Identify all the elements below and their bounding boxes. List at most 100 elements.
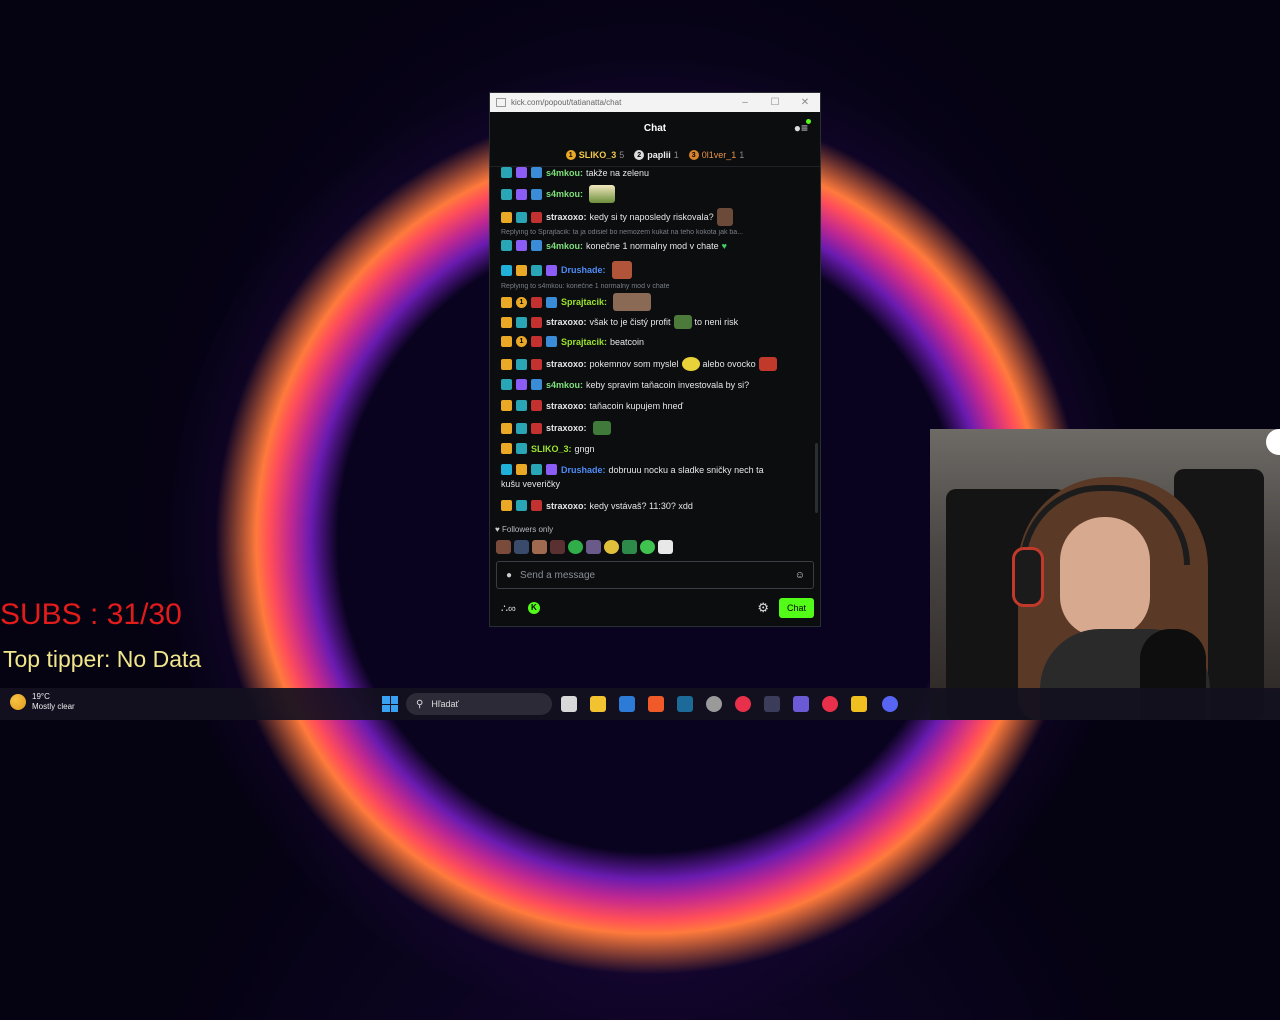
- gift-badge-icon: [516, 443, 527, 454]
- chat-text: pokemnov som myslel: [589, 359, 679, 369]
- chat-username[interactable]: Drushade:: [561, 465, 606, 475]
- emote-icon[interactable]: [586, 540, 601, 554]
- windows-start-icon[interactable]: [382, 696, 398, 712]
- crown-badge-icon: [501, 316, 512, 328]
- leaderboard-name: paplii: [647, 150, 671, 160]
- emote-icon[interactable]: [532, 540, 547, 554]
- chat-scrollbar[interactable]: [815, 443, 818, 513]
- emote-icon[interactable]: [568, 540, 583, 554]
- face-emote-icon: [758, 357, 777, 371]
- chat-message-continued: kušu veveričky: [501, 479, 811, 489]
- gear-icon[interactable]: ⚙: [757, 600, 769, 616]
- chat-text: kedy si ty naposledy riskovala?: [589, 212, 714, 222]
- taskbar-search[interactable]: ⚲ Hľadať: [406, 693, 552, 715]
- mod-badge-icon: [531, 167, 542, 178]
- taskbar: 19°C Mostly clear ⚲ Hľadať: [0, 688, 1280, 720]
- steam-icon[interactable]: [677, 696, 693, 712]
- chat-username[interactable]: straxoxo:: [546, 501, 587, 511]
- chat-message: straxoxo: kedy si ty naposledy riskovala…: [501, 208, 811, 226]
- app-icon[interactable]: [764, 696, 780, 712]
- chat-message: SLIKO_3: gngn: [501, 443, 811, 454]
- window-titlebar: kick.com/popout/tatianatta/chat – ☐ ✕: [490, 93, 820, 112]
- chat-username[interactable]: straxoxo:: [546, 401, 587, 411]
- emote-icon[interactable]: [514, 540, 529, 554]
- emote-icon[interactable]: [604, 540, 619, 554]
- crown-badge-icon: [501, 336, 512, 347]
- gift-badge-icon: [531, 464, 542, 475]
- leaderboard-entry[interactable]: 2 paplii 1: [634, 150, 679, 160]
- chat-username[interactable]: straxoxo:: [546, 359, 587, 369]
- chat-username[interactable]: Sprajtacik:: [561, 297, 607, 307]
- send-chat-button[interactable]: Chat: [778, 598, 814, 618]
- chat-username[interactable]: straxoxo:: [546, 423, 587, 433]
- sub-badge-icon: [531, 316, 542, 328]
- chat-username[interactable]: Sprajtacik:: [561, 337, 607, 347]
- points-infinity-icon[interactable]: ∴∞: [501, 602, 516, 615]
- brave-browser-icon[interactable]: [648, 696, 664, 712]
- chat-username[interactable]: s4mkou:: [546, 241, 583, 251]
- emote-quick-bar: [496, 540, 673, 554]
- weather-desc: Mostly clear: [32, 702, 75, 711]
- users-icon[interactable]: ●≡: [794, 119, 811, 135]
- window-url: kick.com/popout/tatianatta/chat: [511, 98, 622, 107]
- sub-badge-icon: [516, 240, 527, 251]
- task-view-icon[interactable]: [561, 696, 577, 712]
- media-player-icon[interactable]: [735, 696, 751, 712]
- crown-badge-icon: [501, 296, 512, 308]
- sub-badge-icon: [531, 422, 542, 434]
- chat-message: straxoxo: pokemnov som myslel alebo ovoc…: [501, 357, 811, 371]
- weather-widget[interactable]: 19°C Mostly clear: [10, 692, 75, 712]
- chat-popout-window: kick.com/popout/tatianatta/chat – ☐ ✕ Ch…: [489, 92, 821, 627]
- reply-reference[interactable]: Replying to Sprajtacik: ta ja odisiel bo…: [501, 229, 807, 236]
- emote-icon[interactable]: [496, 540, 511, 554]
- leaderboard-entry[interactable]: 3 0l1ver_1 1: [688, 150, 745, 160]
- top-tipper: Top tipper: No Data: [3, 646, 202, 672]
- emoji-icon[interactable]: ☺: [795, 570, 805, 581]
- chat-username[interactable]: straxoxo:: [546, 212, 587, 222]
- chat-username[interactable]: Drushade:: [561, 265, 606, 275]
- mail-icon[interactable]: [619, 696, 635, 712]
- close-button[interactable]: ✕: [790, 97, 820, 108]
- emote-icon[interactable]: [640, 540, 655, 554]
- maximize-button[interactable]: ☐: [760, 97, 790, 108]
- obs-icon[interactable]: [706, 696, 722, 712]
- reply-reference[interactable]: Replying to s4mkou: konečne 1 normalny m…: [501, 283, 807, 290]
- discord-icon[interactable]: [882, 696, 898, 712]
- search-label: Hľadať: [431, 699, 459, 709]
- sandwich-emote-icon: [589, 185, 616, 203]
- leaderboard-entry[interactable]: 1 SLIKO_3 5: [565, 150, 624, 160]
- gift-badge-icon: [516, 358, 527, 370]
- crown-badge-icon: [501, 400, 512, 411]
- youtube-icon[interactable]: [822, 696, 838, 712]
- emote-icon[interactable]: [658, 540, 673, 554]
- chat-messages[interactable]: s4mkou: takže na zelenu s4mkou: straxoxo…: [490, 167, 820, 517]
- chat-username[interactable]: s4mkou:: [546, 168, 583, 178]
- rank-badge: 3: [688, 150, 699, 160]
- sub-badge-icon: [531, 500, 542, 511]
- chat-username[interactable]: s4mkou:: [546, 380, 583, 390]
- emote-icon[interactable]: [550, 540, 565, 554]
- kick-logo-icon[interactable]: K: [527, 602, 540, 614]
- chat-username[interactable]: straxoxo:: [546, 317, 587, 327]
- rank-badge: 1: [565, 150, 576, 160]
- chat-title: Chat: [643, 122, 667, 134]
- mod-badge-icon: [531, 379, 542, 390]
- message-input[interactable]: ● Send a message ☺: [496, 561, 814, 589]
- chat-text: to neni risk: [694, 317, 739, 327]
- chat-text: keby spravim taňacoin investovala by si?: [586, 379, 750, 390]
- leaderboard-name: SLIKO_3: [578, 150, 617, 160]
- chat-username[interactable]: SLIKO_3:: [531, 444, 572, 454]
- file-explorer-icon[interactable]: [590, 696, 606, 712]
- emote-icon[interactable]: [622, 540, 637, 554]
- image-emote-icon: [613, 293, 652, 311]
- chat-text: dobruuu nocku a sladke sničky nech ta: [608, 464, 764, 475]
- teams-icon[interactable]: [793, 696, 809, 712]
- gift-badge-icon: [501, 167, 512, 178]
- sub-badge-icon: [531, 211, 542, 223]
- sub-badge-icon: [501, 264, 512, 276]
- minimize-button[interactable]: –: [730, 97, 760, 108]
- app-icon[interactable]: [851, 696, 867, 712]
- chat-username[interactable]: s4mkou:: [546, 189, 583, 199]
- leaderboard-count: 1: [739, 150, 745, 160]
- chat-message: straxoxo: však to je čistý profit to nen…: [501, 315, 811, 329]
